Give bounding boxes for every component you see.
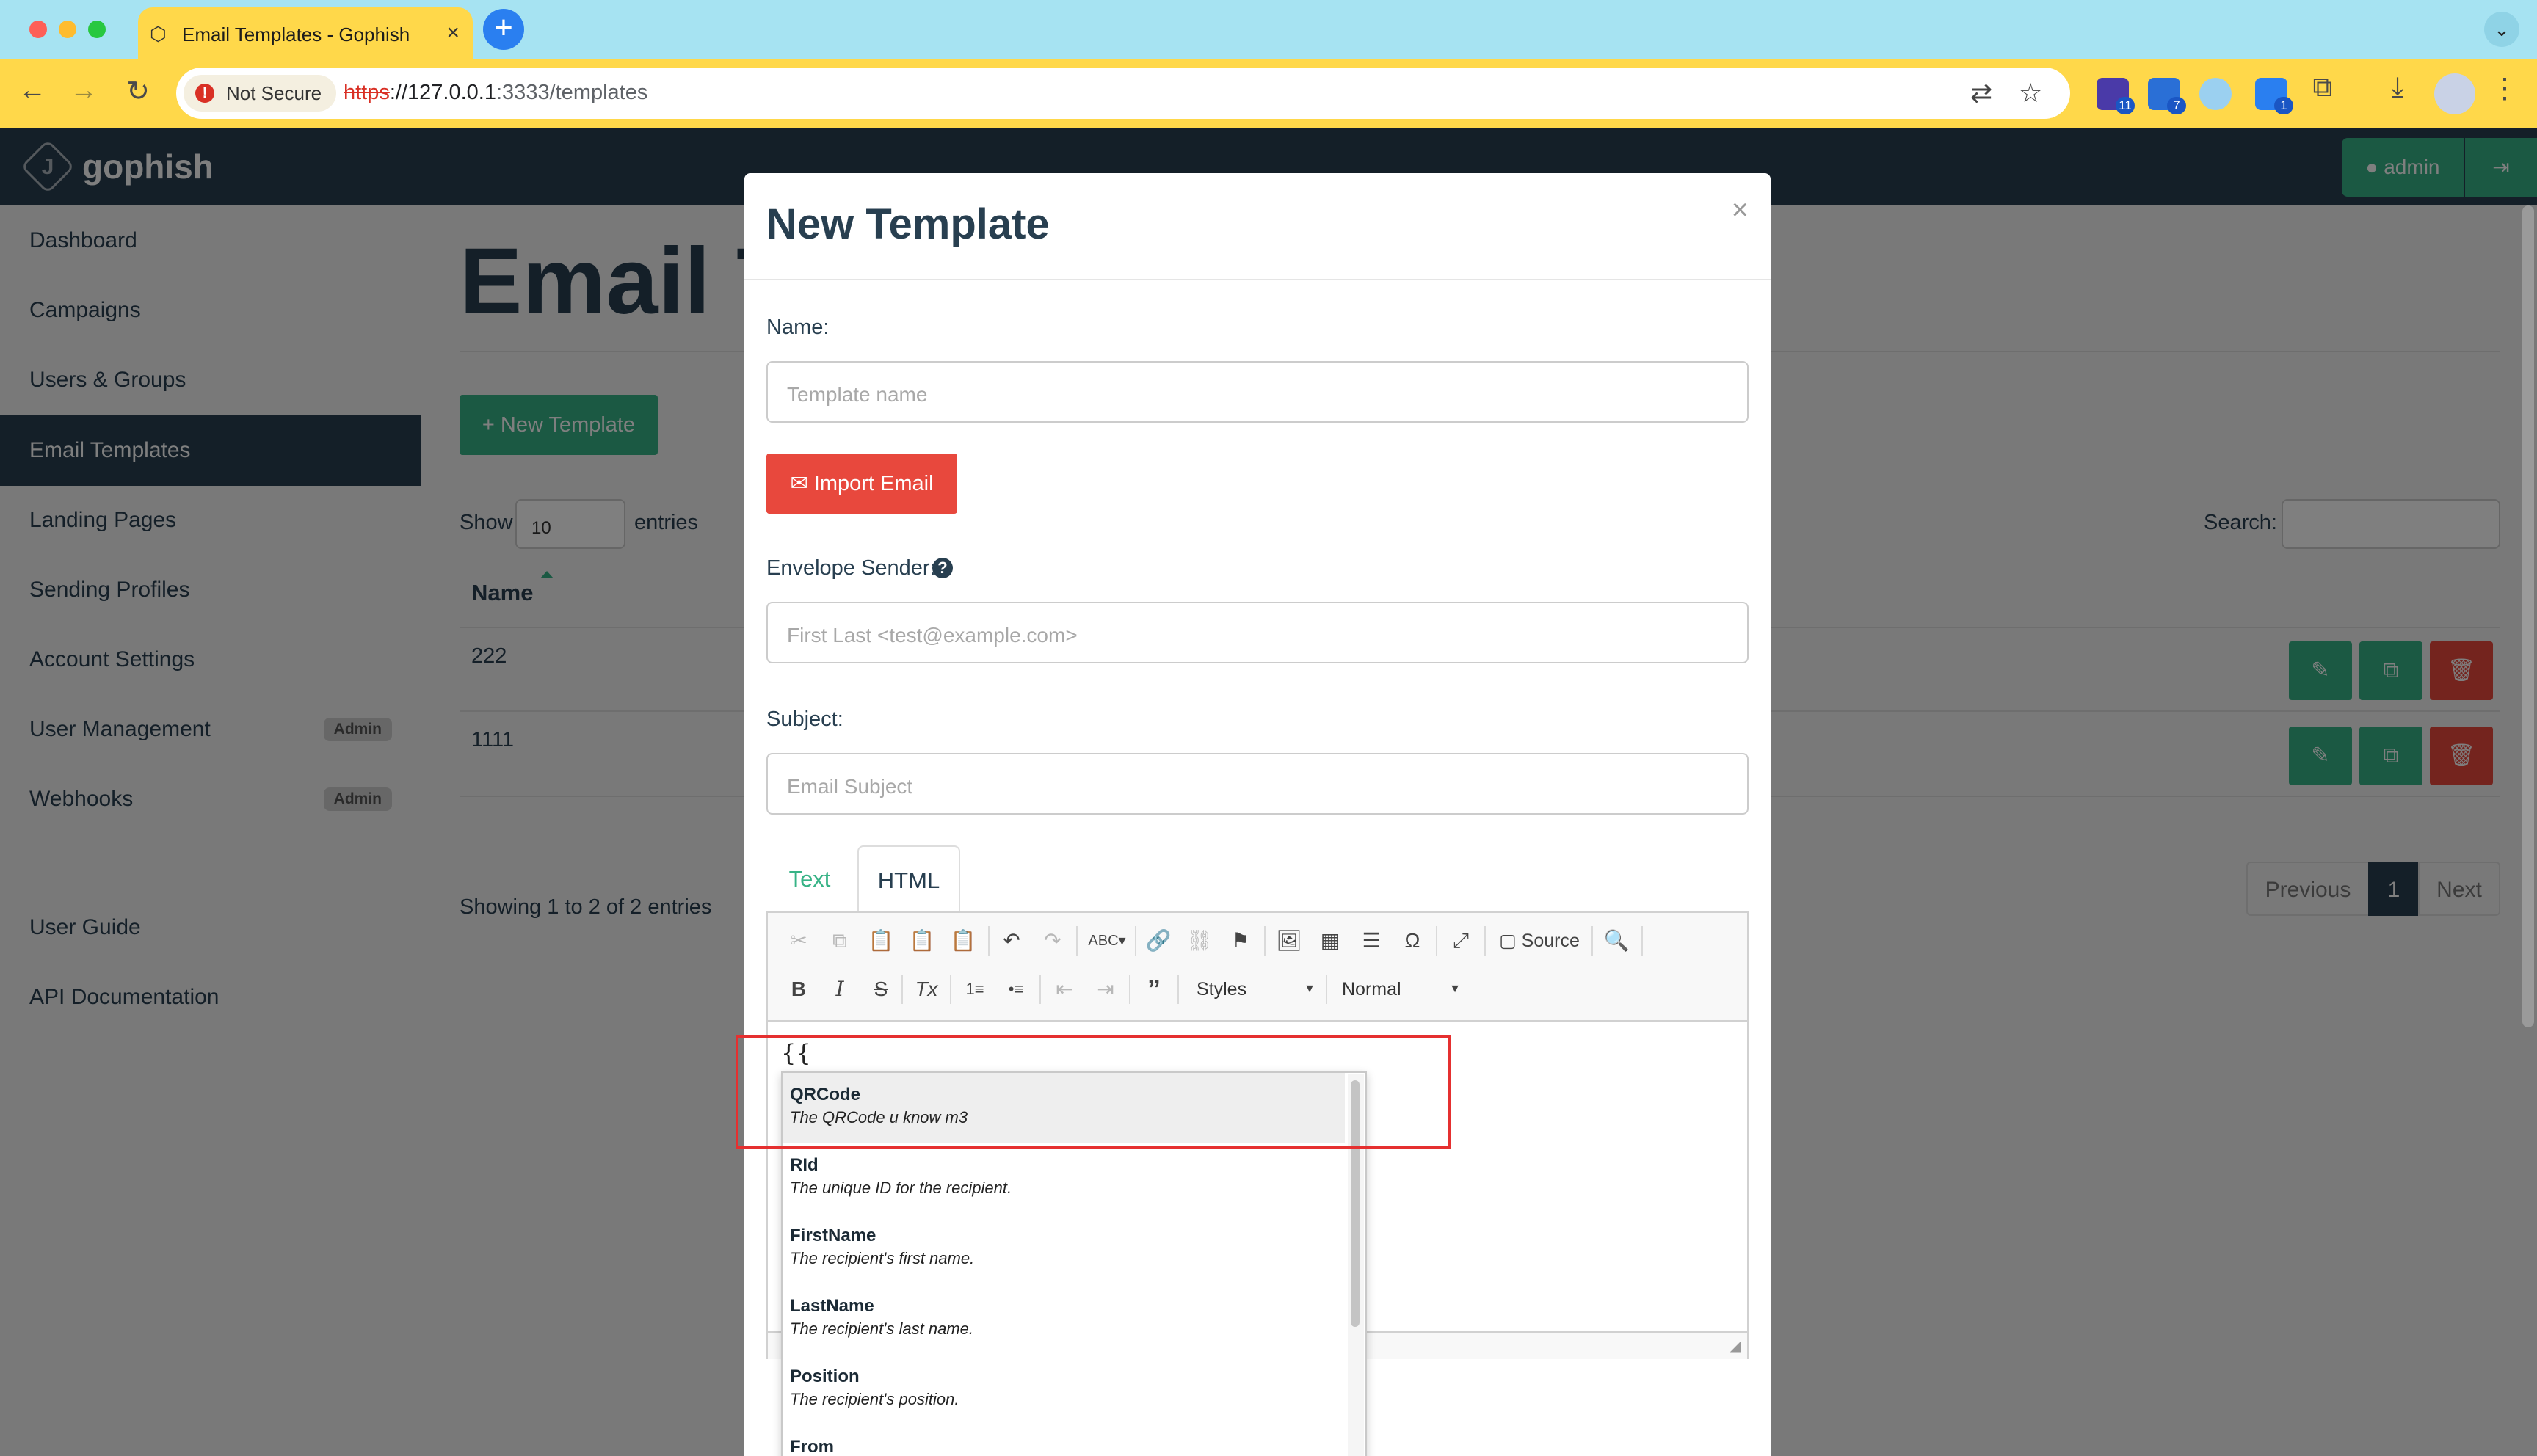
- paste-text-icon[interactable]: 📋: [906, 925, 938, 957]
- tab-title: Email Templates - Gophish: [182, 23, 410, 46]
- tab-text[interactable]: Text: [766, 845, 853, 913]
- toolbar-separator: [950, 975, 951, 1004]
- warning-icon: !: [195, 84, 214, 103]
- extensions-puzzle-icon[interactable]: ⧉: [2305, 72, 2340, 103]
- translate-icon[interactable]: ⇄: [1970, 78, 1992, 109]
- autocomplete-item-from[interactable]: From: [783, 1425, 1345, 1456]
- copy-icon[interactable]: ⧉: [824, 925, 856, 957]
- address-bar[interactable]: ! Not Secure https://127.0.0.1:3333/temp…: [176, 68, 2070, 119]
- security-indicator[interactable]: ! Not Secure: [184, 75, 337, 112]
- source-doc-icon: ▢: [1499, 931, 1522, 951]
- gophish-favicon-icon: ⬡: [150, 23, 167, 45]
- toolbar-separator: [1641, 926, 1643, 956]
- special-char-omega-icon[interactable]: Ω: [1396, 925, 1429, 957]
- maximize-icon[interactable]: ⤢: [1445, 925, 1477, 957]
- anchor-flag-icon[interactable]: ⚑: [1224, 925, 1257, 957]
- toolbar-separator: [988, 926, 990, 956]
- indent-icon[interactable]: ⇥: [1089, 973, 1122, 1005]
- preview-icon[interactable]: 🔍: [1600, 925, 1633, 957]
- undo-icon[interactable]: ↶: [995, 925, 1028, 957]
- window-close-button[interactable]: [29, 21, 47, 38]
- autocomplete-item-position[interactable]: Position The recipient's position.: [783, 1355, 1345, 1425]
- window-minimize-button[interactable]: [59, 21, 76, 38]
- spellcheck-icon[interactable]: ABC▾: [1085, 925, 1129, 957]
- styles-dropdown[interactable]: Styles ▼: [1188, 973, 1320, 1005]
- strikethrough-icon[interactable]: S: [865, 973, 897, 1005]
- autocomplete-item-lastname[interactable]: LastName The recipient's last name.: [783, 1284, 1345, 1355]
- download-icon[interactable]: ⤓: [2380, 72, 2415, 103]
- browser-tab[interactable]: ⬡ Email Templates - Gophish ×: [138, 7, 473, 59]
- envelope-icon: ✉: [790, 472, 814, 495]
- dropdown-caret-icon: ▼: [1304, 983, 1315, 995]
- link-icon[interactable]: 🔗: [1142, 925, 1175, 957]
- toolbar-separator: [1326, 975, 1327, 1004]
- annotation-highlight-box: [736, 1035, 1451, 1149]
- redo-icon[interactable]: ↷: [1037, 925, 1069, 957]
- browser-menu-icon[interactable]: ⋮: [2487, 72, 2522, 105]
- autocomplete-item-firstname[interactable]: FirstName The recipient's first name.: [783, 1214, 1345, 1284]
- paste-icon[interactable]: 📋: [865, 925, 897, 957]
- autocomplete-item-rid[interactable]: RId The unique ID for the recipient.: [783, 1143, 1345, 1214]
- format-dropdown[interactable]: Normal ▼: [1333, 973, 1465, 1005]
- question-circle-icon[interactable]: ?: [932, 558, 953, 578]
- toolbar-separator: [1135, 926, 1136, 956]
- toolbar-separator: [1039, 975, 1041, 1004]
- toolbar-separator: [1177, 975, 1179, 1004]
- image-icon[interactable]: 🖼: [1273, 925, 1305, 957]
- envelope-sender-input[interactable]: First Last <test@example.com>: [766, 602, 1749, 663]
- extension-4-icon[interactable]: 1: [2255, 78, 2293, 114]
- tab-close-icon[interactable]: ×: [446, 21, 460, 46]
- cut-icon[interactable]: ✂: [783, 925, 815, 957]
- profile-avatar[interactable]: [2434, 73, 2475, 114]
- name-label: Name:: [766, 316, 830, 339]
- unlink-icon[interactable]: ⛓: [1183, 925, 1216, 957]
- bookmark-star-icon[interactable]: ☆: [2019, 78, 2042, 109]
- close-icon[interactable]: ×: [1732, 194, 1749, 227]
- resize-handle-icon[interactable]: ◢: [1730, 1336, 1741, 1355]
- back-arrow-icon[interactable]: ←: [15, 75, 50, 106]
- browser-tab-bar: ⬡ Email Templates - Gophish × + ⌄: [0, 0, 2537, 59]
- import-email-button[interactable]: ✉ Import Email: [766, 454, 957, 514]
- tab-search-chevron-icon[interactable]: ⌄: [2484, 12, 2519, 47]
- blockquote-icon[interactable]: ”: [1138, 973, 1170, 1005]
- extension-1-icon[interactable]: 11: [2097, 78, 2135, 114]
- reload-icon[interactable]: ↻: [120, 75, 156, 108]
- subject-label: Subject:: [766, 707, 843, 731]
- extension-2-icon[interactable]: 7: [2148, 78, 2186, 114]
- forward-arrow-icon[interactable]: →: [66, 75, 101, 106]
- envelope-sender-label: Envelope Sender:: [766, 556, 936, 580]
- paste-word-icon[interactable]: 📋: [947, 925, 979, 957]
- bold-icon[interactable]: B: [783, 973, 815, 1005]
- numbered-list-icon[interactable]: 1≡: [959, 973, 991, 1005]
- horizontal-line-icon[interactable]: ☰: [1355, 925, 1387, 957]
- remove-format-icon[interactable]: Tx: [910, 973, 943, 1005]
- window-zoom-button[interactable]: [88, 21, 106, 38]
- dropdown-caret-icon: ▼: [1449, 983, 1461, 995]
- outdent-icon[interactable]: ⇤: [1048, 973, 1081, 1005]
- tab-html[interactable]: HTML: [857, 845, 960, 913]
- toolbar-separator: [1076, 926, 1078, 956]
- template-name-input[interactable]: Template name: [766, 361, 1749, 423]
- toolbar-separator: [1264, 926, 1266, 956]
- toolbar-separator: [901, 975, 903, 1004]
- new-tab-button[interactable]: +: [483, 9, 524, 50]
- bullet-list-icon[interactable]: •≡: [1000, 973, 1032, 1005]
- toolbar-separator: [1129, 975, 1130, 1004]
- subject-input[interactable]: Email Subject: [766, 753, 1749, 815]
- source-button[interactable]: ▢ Source: [1492, 925, 1587, 957]
- modal-title: New Template: [766, 200, 1050, 248]
- editor-toolbar: ✂ ⧉ 📋 📋 📋 ↶ ↷ ABC▾ 🔗 ⛓ ⚑ 🖼 ▦ ☰ Ω ⤢ ▢ Sou…: [768, 913, 1747, 1022]
- page-scrollbar[interactable]: [2522, 205, 2534, 1027]
- italic-icon[interactable]: I: [824, 973, 856, 1005]
- modal-header-divider: [744, 279, 1771, 280]
- toolbar-separator: [1484, 926, 1486, 956]
- url-text[interactable]: https://127.0.0.1:3333/templates: [344, 81, 647, 105]
- toolbar-separator: [1591, 926, 1593, 956]
- table-icon[interactable]: ▦: [1314, 925, 1346, 957]
- extension-3-icon[interactable]: [2199, 78, 2232, 110]
- toolbar-separator: [1436, 926, 1437, 956]
- browser-toolbar: ← → ↻ ! Not Secure https://127.0.0.1:333…: [0, 59, 2537, 128]
